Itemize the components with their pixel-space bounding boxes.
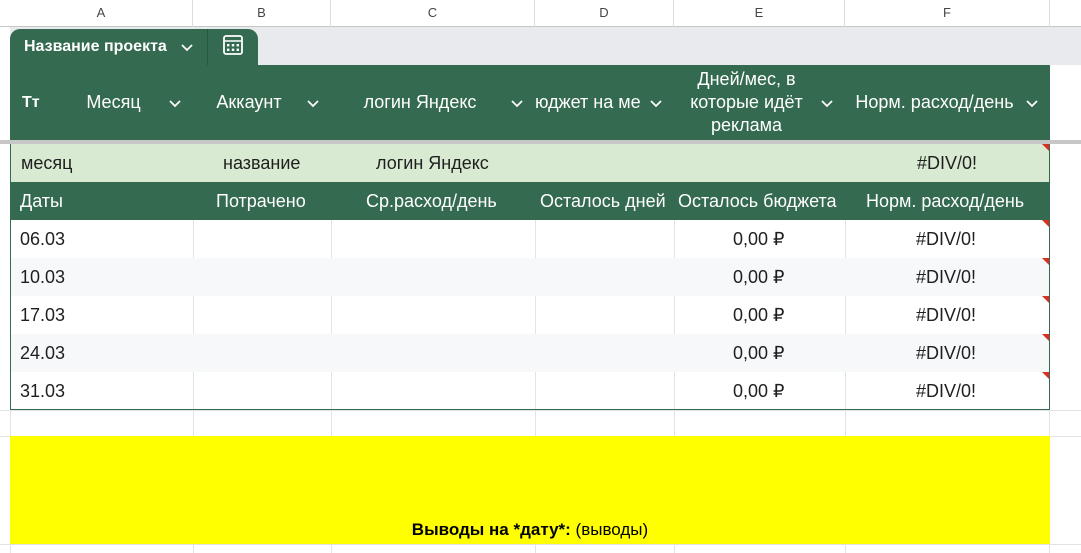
- budget-left-cell[interactable]: 0,00 ₽: [733, 372, 785, 410]
- cell-note-indicator: [1042, 220, 1049, 227]
- header-label: Аккаунт: [216, 92, 282, 112]
- chevron-down-icon: [648, 95, 664, 111]
- chevron-down-icon: [1024, 95, 1040, 111]
- cell-note-indicator: [1042, 296, 1049, 303]
- date-cell[interactable]: 06.03: [20, 220, 65, 258]
- header-ad-days-per-month[interactable]: Дней/мес, в которые идёт реклама: [674, 65, 845, 140]
- cell-note-indicator: [1042, 372, 1049, 379]
- header-label: Месяц: [86, 92, 141, 112]
- table-header-row: Тт Месяц Аккаунт логин Яндекс юджет на м…: [10, 65, 1050, 140]
- header-label: Дней/мес, в которые идёт реклама: [690, 69, 803, 135]
- gridline: [0, 544, 1081, 545]
- norm-spend-cell[interactable]: #DIV/0!: [916, 372, 976, 410]
- subheader-norm-spend[interactable]: Норм. расход/день: [866, 182, 1024, 220]
- header-label: Норм. расход/день: [855, 92, 1014, 112]
- conclusion-label: Выводы на *дату*:: [411, 520, 571, 539]
- chevron-down-icon: [167, 95, 183, 111]
- table-row: 17.03 0,00 ₽ #DIV/0!: [11, 296, 1049, 334]
- norm-spend-cell[interactable]: #DIV/0!: [916, 220, 976, 258]
- subheader-budget-left[interactable]: Осталось бюджета: [678, 182, 837, 220]
- conclusion-value: (выводы): [575, 520, 649, 539]
- chevron-down-icon: [179, 39, 195, 55]
- summary-row: месяц название логин Яндекс #DIV/0!: [10, 144, 1050, 182]
- header-account[interactable]: Аккаунт: [193, 65, 331, 140]
- budget-left-cell[interactable]: 0,00 ₽: [733, 258, 785, 296]
- budget-left-cell[interactable]: 0,00 ₽: [733, 220, 785, 258]
- summary-login-cell[interactable]: логин Яндекс: [376, 144, 489, 182]
- table-tab: Название проекта: [10, 29, 258, 65]
- budget-left-cell[interactable]: 0,00 ₽: [733, 334, 785, 372]
- header-month[interactable]: Месяц: [60, 65, 193, 140]
- column-header-a[interactable]: A: [10, 0, 193, 27]
- table-name: Название проекта: [24, 38, 167, 55]
- column-header-f[interactable]: F: [845, 0, 1050, 27]
- cell-note-indicator: [1042, 144, 1049, 151]
- cell-note-indicator: [1042, 258, 1049, 265]
- conclusion-text: Выводы на *дату*: (выводы): [10, 520, 1050, 540]
- conclusion-cell[interactable]: Выводы на *дату*: (выводы): [10, 436, 1050, 544]
- chevron-down-icon: [305, 95, 321, 111]
- norm-spend-cell[interactable]: #DIV/0!: [916, 258, 976, 296]
- summary-norm-cell[interactable]: #DIV/0!: [917, 144, 977, 182]
- chevron-down-icon: [819, 95, 835, 111]
- subheader-spent[interactable]: Потрачено: [216, 182, 306, 220]
- table-calculator-button[interactable]: [208, 29, 258, 65]
- cell-note-indicator: [1042, 334, 1049, 341]
- norm-spend-cell[interactable]: #DIV/0!: [916, 296, 976, 334]
- norm-spend-cell[interactable]: #DIV/0!: [916, 334, 976, 372]
- summary-month-cell[interactable]: месяц: [21, 144, 72, 182]
- subheader-row: Даты Потрачено Ср.расход/день Осталось д…: [10, 182, 1050, 220]
- header-norm-spend[interactable]: Норм. расход/день: [845, 65, 1050, 140]
- header-monthly-budget[interactable]: юджет на ме: [535, 65, 674, 140]
- budget-left-cell[interactable]: 0,00 ₽: [733, 296, 785, 334]
- date-cell[interactable]: 24.03: [20, 334, 65, 372]
- header-label: юджет на ме: [535, 92, 641, 112]
- table-row: 10.03 0,00 ₽ #DIV/0!: [11, 258, 1049, 296]
- date-cell[interactable]: 31.03: [20, 372, 65, 410]
- column-header-d[interactable]: D: [535, 0, 674, 27]
- subheader-days-left[interactable]: Осталось дней: [540, 182, 666, 220]
- column-type-text-icon[interactable]: Тт: [10, 65, 60, 140]
- table-row: 31.03 0,00 ₽ #DIV/0!: [11, 372, 1049, 410]
- calculator-icon: [222, 34, 244, 61]
- table-name-button[interactable]: Название проекта: [10, 29, 208, 65]
- chevron-down-icon: [509, 95, 525, 111]
- column-headers: A B C D E F: [0, 0, 1081, 27]
- table-row: 24.03 0,00 ₽ #DIV/0!: [11, 334, 1049, 372]
- date-cell[interactable]: 10.03: [20, 258, 65, 296]
- table-row: 06.03 0,00 ₽ #DIV/0!: [11, 220, 1049, 258]
- summary-name-cell[interactable]: название: [223, 144, 300, 182]
- column-header-e[interactable]: E: [674, 0, 845, 27]
- gridline: [0, 410, 1081, 411]
- data-rows: 06.03 0,00 ₽ #DIV/0! 10.03 0,00 ₽ #DIV/0…: [10, 220, 1050, 410]
- subheader-dates[interactable]: Даты: [20, 182, 63, 220]
- date-cell[interactable]: 17.03: [20, 296, 65, 334]
- column-header-c[interactable]: C: [331, 0, 535, 27]
- column-header-b[interactable]: B: [193, 0, 331, 27]
- header-yandex-login[interactable]: логин Яндекс: [331, 65, 535, 140]
- header-label: логин Яндекс: [363, 92, 477, 112]
- subheader-avg-spend[interactable]: Ср.расход/день: [366, 182, 497, 220]
